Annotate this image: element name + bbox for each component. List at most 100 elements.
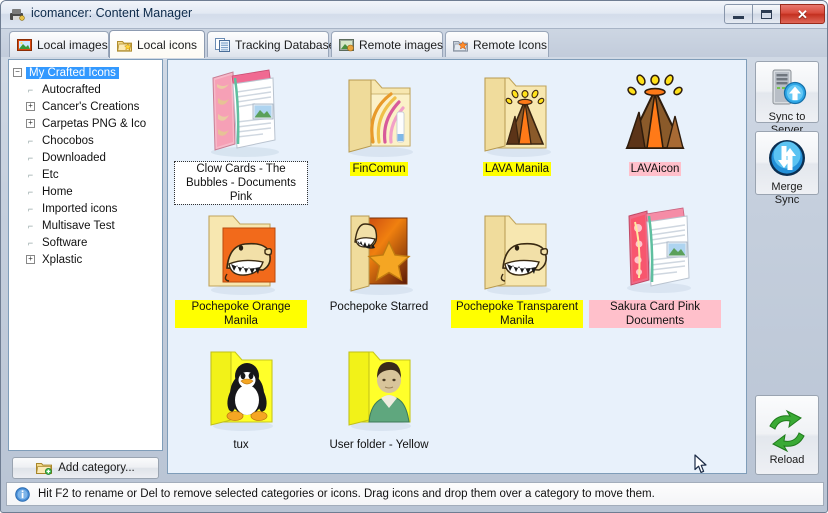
tree-node-xplastic[interactable]: + Xplastic [13,251,160,268]
merge-sync-icon [765,137,809,181]
manila-swoosh-folder-icon [329,64,429,160]
reload-button[interactable]: Reload [755,395,819,475]
tree-node-label: Home [42,185,73,198]
status-bar: Hit F2 to rename or Del to remove select… [6,482,824,506]
tree-line-icon: ⌐ [27,135,34,146]
status-text: Hit F2 to rename or Del to remove select… [38,488,655,500]
pochepoke-manila-folder-icon [467,202,567,298]
add-category-label: Add category... [58,462,135,474]
window-title: icomancer: Content Manager [31,6,193,20]
pink-documents-folder-icon [191,64,291,160]
user-yellow-folder-icon [329,340,429,436]
tux-yellow-folder-icon [191,340,291,436]
expand-icon[interactable]: + [26,102,35,111]
tree-node-chocobos[interactable]: ⌐ Chocobos [13,132,160,149]
tree-node-label: Multisave Test [42,219,115,232]
category-tree-panel[interactable]: − My Crafted Icons ⌐ Autocrafted + Cance… [8,59,163,451]
collapse-icon[interactable]: − [13,68,22,77]
tree-line-icon: ⌐ [27,152,34,163]
merge-sync-label-line1: Merge [771,181,803,193]
expand-icon[interactable]: + [26,119,35,128]
tree-node-etc[interactable]: ⌐ Etc [13,166,160,183]
icon-item-tux[interactable]: tux [172,338,310,473]
tree-node-multisave-test[interactable]: ⌐ Multisave Test [13,217,160,234]
tree-node-label: Cancer's Creations [42,100,140,113]
pochepoke-orange-folder-icon [191,202,291,298]
icon-item-pochepoke-transparent-manila[interactable]: Pochepoke Transparent Manila [448,200,586,338]
tab-remote-icons[interactable]: Remote Icons [445,31,549,57]
add-category-button[interactable]: Add category... [12,457,159,479]
tab-remote-images[interactable]: Remote images [331,31,443,57]
tree-line-icon: ⌐ [27,186,34,197]
tree-node-carpetas-png-ico[interactable]: + Carpetas PNG & Ico [13,115,160,132]
tree-node-cancers-creations[interactable]: + Cancer's Creations [13,98,160,115]
folder-add-icon [36,463,53,475]
maximize-button[interactable] [752,4,781,24]
tree-node-autocrafted[interactable]: ⌐ Autocrafted [13,81,160,98]
tree-node-software[interactable]: ⌐ Software [13,234,160,251]
icon-label: LAVA Manila [482,162,552,176]
database-icon [215,37,230,52]
remote-picture-icon [339,38,354,52]
manila-volcano-folder-icon [467,64,567,160]
close-button[interactable]: ✕ [780,4,825,24]
icon-item-lava-manila[interactable]: LAVA Manila [448,62,586,200]
maximize-icon [761,9,772,19]
tree-node-label: Downloaded [42,151,106,164]
app-icon [10,9,25,21]
icon-item-clow-cards[interactable]: Clow Cards - The Bubbles - Documents Pin… [172,62,310,205]
minimize-icon [733,15,744,19]
tree-node-home[interactable]: ⌐ Home [13,183,160,200]
tab-local-images[interactable]: Local images [9,31,109,57]
icon-item-pochepoke-orange-manila[interactable]: Pochepoke Orange Manila [172,200,310,338]
close-icon: ✕ [797,6,808,22]
icon-item-fincomun[interactable]: FinComun [310,62,448,200]
sync-to-server-button[interactable]: Sync to Server [755,61,819,136]
tab-bar: Local images Local icons Tracking Databa… [1,29,827,58]
tab-tracking-database[interactable]: Tracking Database [207,31,335,57]
info-icon [15,486,30,502]
sync-to-server-label-line1: Sync to [768,111,806,123]
tree-line-icon: ⌐ [27,237,34,248]
icon-label: Pochepoke Orange Manila [175,300,307,328]
merge-sync-label-line2: Sync [774,194,800,206]
category-tree: − My Crafted Icons ⌐ Autocrafted + Cance… [9,60,162,268]
tree-node-downloaded[interactable]: ⌐ Downloaded [13,149,160,166]
mouse-cursor [694,454,707,473]
merge-sync-button[interactable]: Merge Sync [755,131,819,206]
icon-item-lavaicon[interactable]: LAVAicon [586,62,724,200]
icon-item-sakura-card-pink-documents[interactable]: Sakura Card Pink Documents [586,200,724,338]
picture-icon [17,38,32,52]
tab-label: Local images [37,37,108,52]
icon-label: LAVAicon [628,162,682,176]
icon-label: tux [233,439,249,451]
icon-label: User folder - Yellow [329,439,429,451]
tab-local-icons[interactable]: Local icons [109,30,205,58]
tree-node-label: Chocobos [42,134,94,147]
remote-star-icon [453,38,468,52]
volcano-icon [605,64,705,160]
reload-icon [764,408,810,454]
minimize-button[interactable] [724,4,753,24]
pochepoke-star-folder-icon [329,202,429,298]
tree-node-label: Software [42,236,88,249]
sakura-documents-folder-icon [605,202,705,298]
folder-star-icon [117,38,132,52]
tab-label: Remote images [359,37,444,52]
expand-icon[interactable]: + [26,255,35,264]
icon-item-pochepoke-starred[interactable]: Pochepoke Starred [310,200,448,338]
window-controls: ✕ [724,4,825,24]
tree-node-label: Xplastic [42,253,83,266]
tree-line-icon: ⌐ [27,220,34,231]
title-bar: icomancer: Content Manager ✕ [1,1,827,29]
icon-list-view[interactable]: Clow Cards - The Bubbles - Documents Pin… [167,59,747,474]
icon-item-user-folder-yellow[interactable]: User folder - Yellow [310,338,448,473]
tree-node-my-crafted-icons[interactable]: − My Crafted Icons [13,64,160,81]
icon-row: tux User folder - Yellow [168,338,746,473]
tree-line-icon: ⌐ [27,203,34,214]
tab-label: Remote Icons [473,37,548,52]
reload-label: Reload [769,454,805,466]
tab-label: Tracking Database [235,37,336,52]
tree-node-imported-icons[interactable]: ⌐ Imported icons [13,200,160,217]
icon-row: Pochepoke Orange Manila Pochepoke Starre… [168,200,746,338]
